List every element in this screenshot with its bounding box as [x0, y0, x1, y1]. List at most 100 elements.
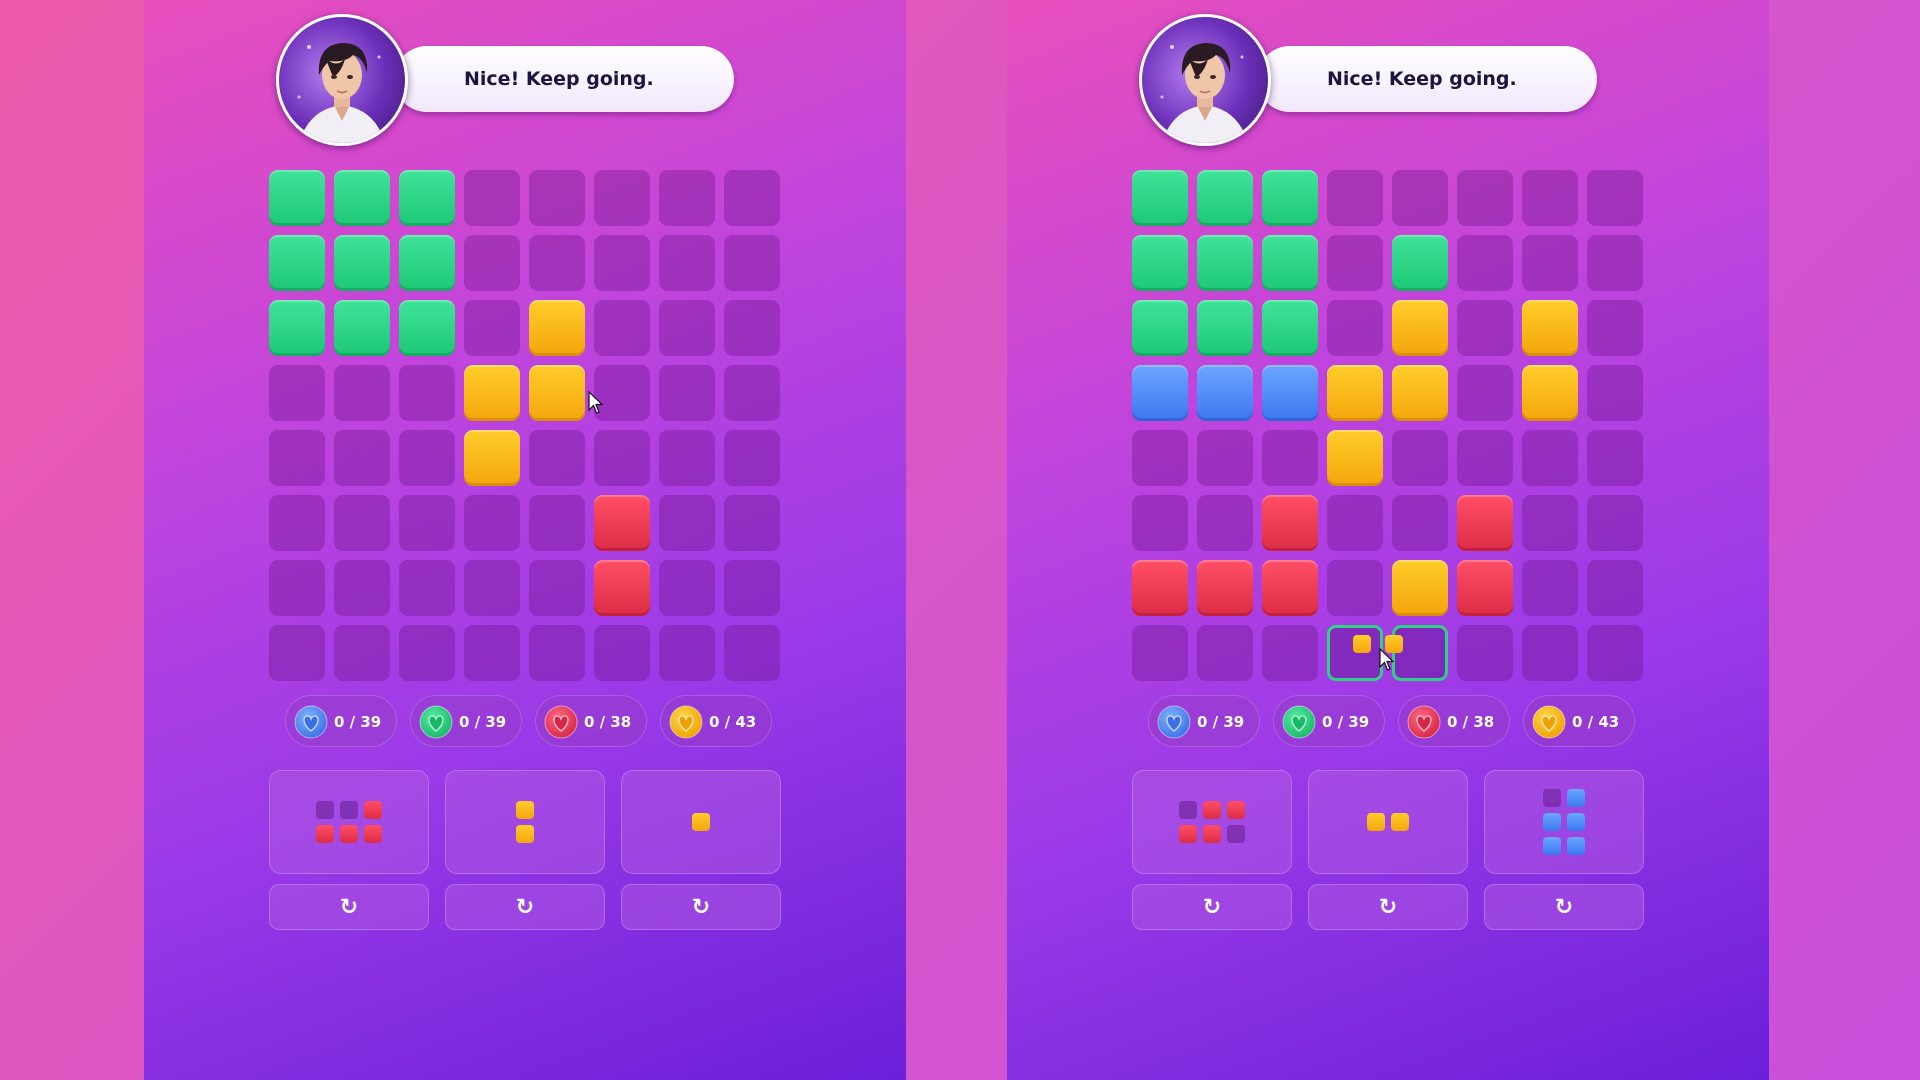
grid-cell-empty[interactable] [334, 560, 390, 616]
grid-cell-empty[interactable] [1327, 560, 1383, 616]
grid-cell-empty[interactable] [1587, 430, 1643, 486]
grid-cell-yellow[interactable] [464, 365, 520, 421]
grid-cell-green[interactable] [399, 170, 455, 226]
grid-cell-empty[interactable] [1587, 300, 1643, 356]
grid-cell-empty[interactable] [659, 235, 715, 291]
grid-cell-empty[interactable] [594, 625, 650, 681]
grid-cell-red[interactable] [1197, 560, 1253, 616]
grid-cell-empty[interactable] [1132, 495, 1188, 551]
grid-cell-red[interactable] [594, 495, 650, 551]
grid-cell-empty[interactable] [399, 365, 455, 421]
grid-cell-empty[interactable] [1587, 235, 1643, 291]
grid-cell-yellow[interactable] [1522, 300, 1578, 356]
grid-cell-yellow[interactable] [1522, 365, 1578, 421]
grid-cell-empty[interactable] [399, 560, 455, 616]
grid-cell-empty[interactable] [1327, 300, 1383, 356]
rotate-button[interactable]: ↻ [445, 884, 605, 930]
puzzle-grid[interactable] [1132, 170, 1644, 682]
grid-cell-green[interactable] [1197, 235, 1253, 291]
grid-cell-empty[interactable] [334, 625, 390, 681]
rotate-button[interactable]: ↻ [621, 884, 781, 930]
grid-cell-yellow[interactable] [1392, 300, 1448, 356]
grid-cell-empty[interactable] [724, 560, 780, 616]
grid-cell-empty[interactable] [1392, 495, 1448, 551]
grid-cell-red[interactable] [1262, 560, 1318, 616]
grid-cell-empty[interactable] [269, 365, 325, 421]
grid-cell-yellow[interactable] [1327, 365, 1383, 421]
grid-cell-red[interactable] [1132, 560, 1188, 616]
grid-cell-empty[interactable] [1392, 430, 1448, 486]
grid-cell-green[interactable] [1392, 235, 1448, 291]
grid-cell-green[interactable] [269, 170, 325, 226]
grid-cell-empty[interactable] [529, 495, 585, 551]
grid-cell-empty[interactable] [1522, 560, 1578, 616]
grid-cell-yellow[interactable] [529, 300, 585, 356]
grid-cell-empty[interactable] [464, 560, 520, 616]
grid-cell-empty[interactable] [399, 495, 455, 551]
grid-cell-red[interactable] [1262, 495, 1318, 551]
grid-cell-empty[interactable] [464, 300, 520, 356]
grid-cell-empty[interactable] [1457, 170, 1513, 226]
grid-cell-empty[interactable] [1392, 170, 1448, 226]
grid-cell-empty[interactable] [334, 365, 390, 421]
placement-preview-cell[interactable] [1327, 625, 1383, 681]
grid-cell-empty[interactable] [464, 170, 520, 226]
grid-cell-empty[interactable] [659, 300, 715, 356]
grid-cell-red[interactable] [594, 560, 650, 616]
piece-slot-1[interactable] [1132, 770, 1292, 874]
piece-slot-2[interactable] [445, 770, 605, 874]
grid-cell-empty[interactable] [724, 495, 780, 551]
grid-cell-empty[interactable] [1522, 495, 1578, 551]
grid-cell-green[interactable] [1262, 235, 1318, 291]
grid-cell-green[interactable] [399, 235, 455, 291]
grid-cell-empty[interactable] [659, 170, 715, 226]
grid-cell-empty[interactable] [659, 495, 715, 551]
grid-cell-empty[interactable] [1457, 365, 1513, 421]
grid-cell-empty[interactable] [724, 235, 780, 291]
grid-cell-green[interactable] [399, 300, 455, 356]
grid-cell-empty[interactable] [1132, 625, 1188, 681]
grid-cell-empty[interactable] [399, 430, 455, 486]
grid-cell-empty[interactable] [659, 625, 715, 681]
grid-cell-empty[interactable] [1587, 365, 1643, 421]
grid-cell-yellow[interactable] [464, 430, 520, 486]
grid-cell-empty[interactable] [659, 430, 715, 486]
grid-cell-empty[interactable] [1522, 235, 1578, 291]
grid-cell-empty[interactable] [1327, 235, 1383, 291]
rotate-button[interactable]: ↻ [1308, 884, 1468, 930]
grid-cell-empty[interactable] [529, 170, 585, 226]
grid-cell-green[interactable] [334, 170, 390, 226]
grid-cell-empty[interactable] [1262, 625, 1318, 681]
grid-cell-empty[interactable] [1522, 170, 1578, 226]
grid-cell-empty[interactable] [724, 300, 780, 356]
grid-cell-empty[interactable] [594, 430, 650, 486]
grid-cell-empty[interactable] [659, 560, 715, 616]
grid-cell-empty[interactable] [269, 430, 325, 486]
grid-cell-blue[interactable] [1132, 365, 1188, 421]
grid-cell-yellow[interactable] [1327, 430, 1383, 486]
piece-slot-3[interactable] [621, 770, 781, 874]
grid-cell-empty[interactable] [724, 625, 780, 681]
grid-cell-yellow[interactable] [1392, 560, 1448, 616]
grid-cell-empty[interactable] [1522, 625, 1578, 681]
rotate-button[interactable]: ↻ [269, 884, 429, 930]
rotate-button[interactable]: ↻ [1132, 884, 1292, 930]
grid-cell-empty[interactable] [1587, 625, 1643, 681]
grid-cell-empty[interactable] [269, 495, 325, 551]
grid-cell-green[interactable] [1197, 300, 1253, 356]
piece-slot-3[interactable] [1484, 770, 1644, 874]
grid-cell-empty[interactable] [724, 365, 780, 421]
placement-preview-cell[interactable] [1392, 625, 1448, 681]
puzzle-grid[interactable] [269, 170, 781, 682]
grid-cell-empty[interactable] [529, 235, 585, 291]
grid-cell-empty[interactable] [594, 170, 650, 226]
grid-cell-green[interactable] [1197, 170, 1253, 226]
piece-slot-2[interactable] [1308, 770, 1468, 874]
grid-cell-green[interactable] [1262, 170, 1318, 226]
grid-cell-green[interactable] [1262, 300, 1318, 356]
grid-cell-empty[interactable] [529, 625, 585, 681]
grid-cell-empty[interactable] [269, 560, 325, 616]
grid-cell-empty[interactable] [334, 495, 390, 551]
grid-cell-empty[interactable] [1197, 495, 1253, 551]
grid-cell-empty[interactable] [1457, 300, 1513, 356]
